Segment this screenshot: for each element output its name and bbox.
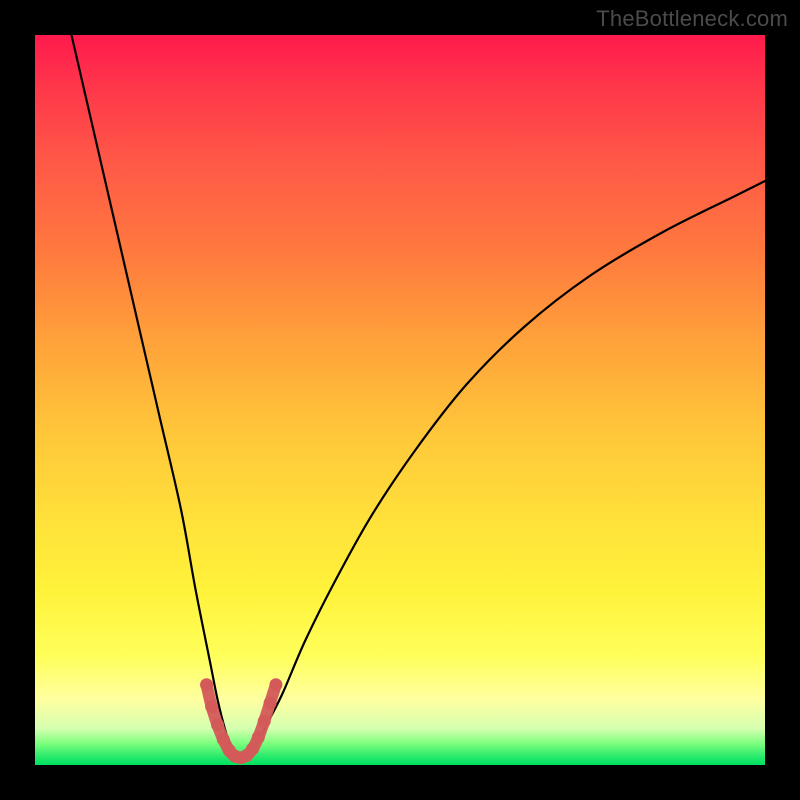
curve-layer [35, 35, 765, 765]
valley-dot [269, 678, 282, 691]
valley-dot [217, 733, 230, 746]
plot-area [35, 35, 765, 765]
valley-dot [205, 700, 218, 713]
chart-frame: TheBottleneck.com [0, 0, 800, 800]
valley-dot [252, 731, 265, 744]
valley-dot [200, 678, 213, 691]
valley-dot [246, 742, 259, 755]
bottleneck-curve [72, 35, 766, 759]
watermark-text: TheBottleneck.com [596, 6, 788, 32]
valley-dot [258, 715, 271, 728]
valley-dot [264, 696, 277, 709]
valley-dot [211, 718, 224, 731]
